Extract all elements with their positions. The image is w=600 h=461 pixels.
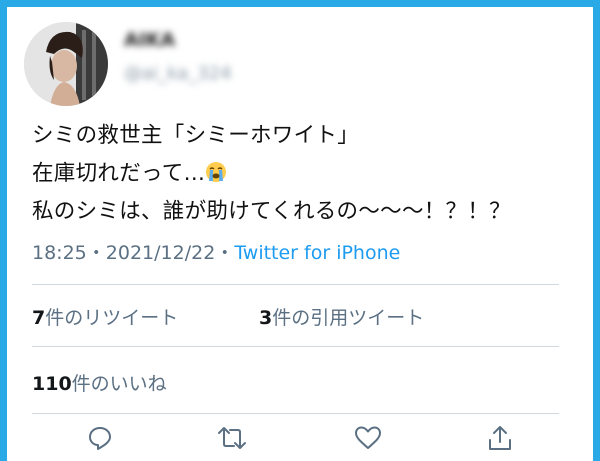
retweets-stat[interactable]: 7件のリツイート bbox=[32, 303, 178, 330]
retweet-button[interactable] bbox=[215, 423, 249, 457]
like-button[interactable] bbox=[351, 423, 385, 457]
quotes-count: 3 bbox=[259, 307, 273, 329]
reply-button[interactable] bbox=[83, 423, 117, 457]
tweet-time[interactable]: 18:25 bbox=[32, 242, 87, 264]
divider bbox=[32, 413, 559, 414]
meta-separator: ・ bbox=[86, 242, 106, 264]
share-icon bbox=[487, 424, 513, 456]
likes-count: 110 bbox=[32, 373, 72, 395]
tweet-line-1: シミの救世主「シミーホワイト」 bbox=[32, 123, 360, 148]
user-handle[interactable]: @ai_ka_324 bbox=[124, 63, 232, 84]
likes-stat[interactable]: 110件のいいね bbox=[32, 369, 167, 396]
source-link[interactable]: Twitter for iPhone bbox=[234, 242, 400, 264]
tweet-line-2: 在庫切れだって… bbox=[32, 155, 587, 193]
likes-label: 件のいいね bbox=[71, 373, 167, 395]
tweet-line-3: 私のシミは、誰が助けてくれるの〜〜〜！？！？ bbox=[32, 199, 511, 224]
retweets-label: 件のリツイート bbox=[45, 307, 179, 329]
tweet-text: シミの救世主「シミーホワイト」 在庫切れだって… 私のシミは、誰が助けてくれるの… bbox=[32, 117, 587, 231]
meta-separator: ・ bbox=[215, 242, 235, 264]
retweet-icon bbox=[217, 425, 247, 455]
quotes-stat[interactable]: 3件の引用ツイート bbox=[259, 303, 424, 330]
tweet-line-2-text: 在庫切れだって… bbox=[32, 161, 206, 186]
retweets-count: 7 bbox=[32, 307, 46, 329]
tweet-card: AIKA @ai_ka_324 シミの救世主「シミーホワイト」 在庫切れだって…… bbox=[7, 7, 593, 461]
loudly-crying-face-icon bbox=[205, 158, 227, 182]
display-name[interactable]: AIKA bbox=[124, 29, 175, 51]
quotes-label: 件の引用ツイート bbox=[272, 307, 425, 329]
avatar[interactable] bbox=[24, 22, 108, 106]
like-icon bbox=[354, 425, 382, 455]
tweet-meta: 18:25・2021/12/22・Twitter for iPhone bbox=[32, 238, 400, 265]
share-button[interactable] bbox=[483, 423, 517, 457]
tweet-date[interactable]: 2021/12/22 bbox=[106, 242, 216, 264]
reply-icon bbox=[87, 425, 113, 455]
divider bbox=[32, 346, 559, 347]
divider bbox=[32, 284, 559, 285]
